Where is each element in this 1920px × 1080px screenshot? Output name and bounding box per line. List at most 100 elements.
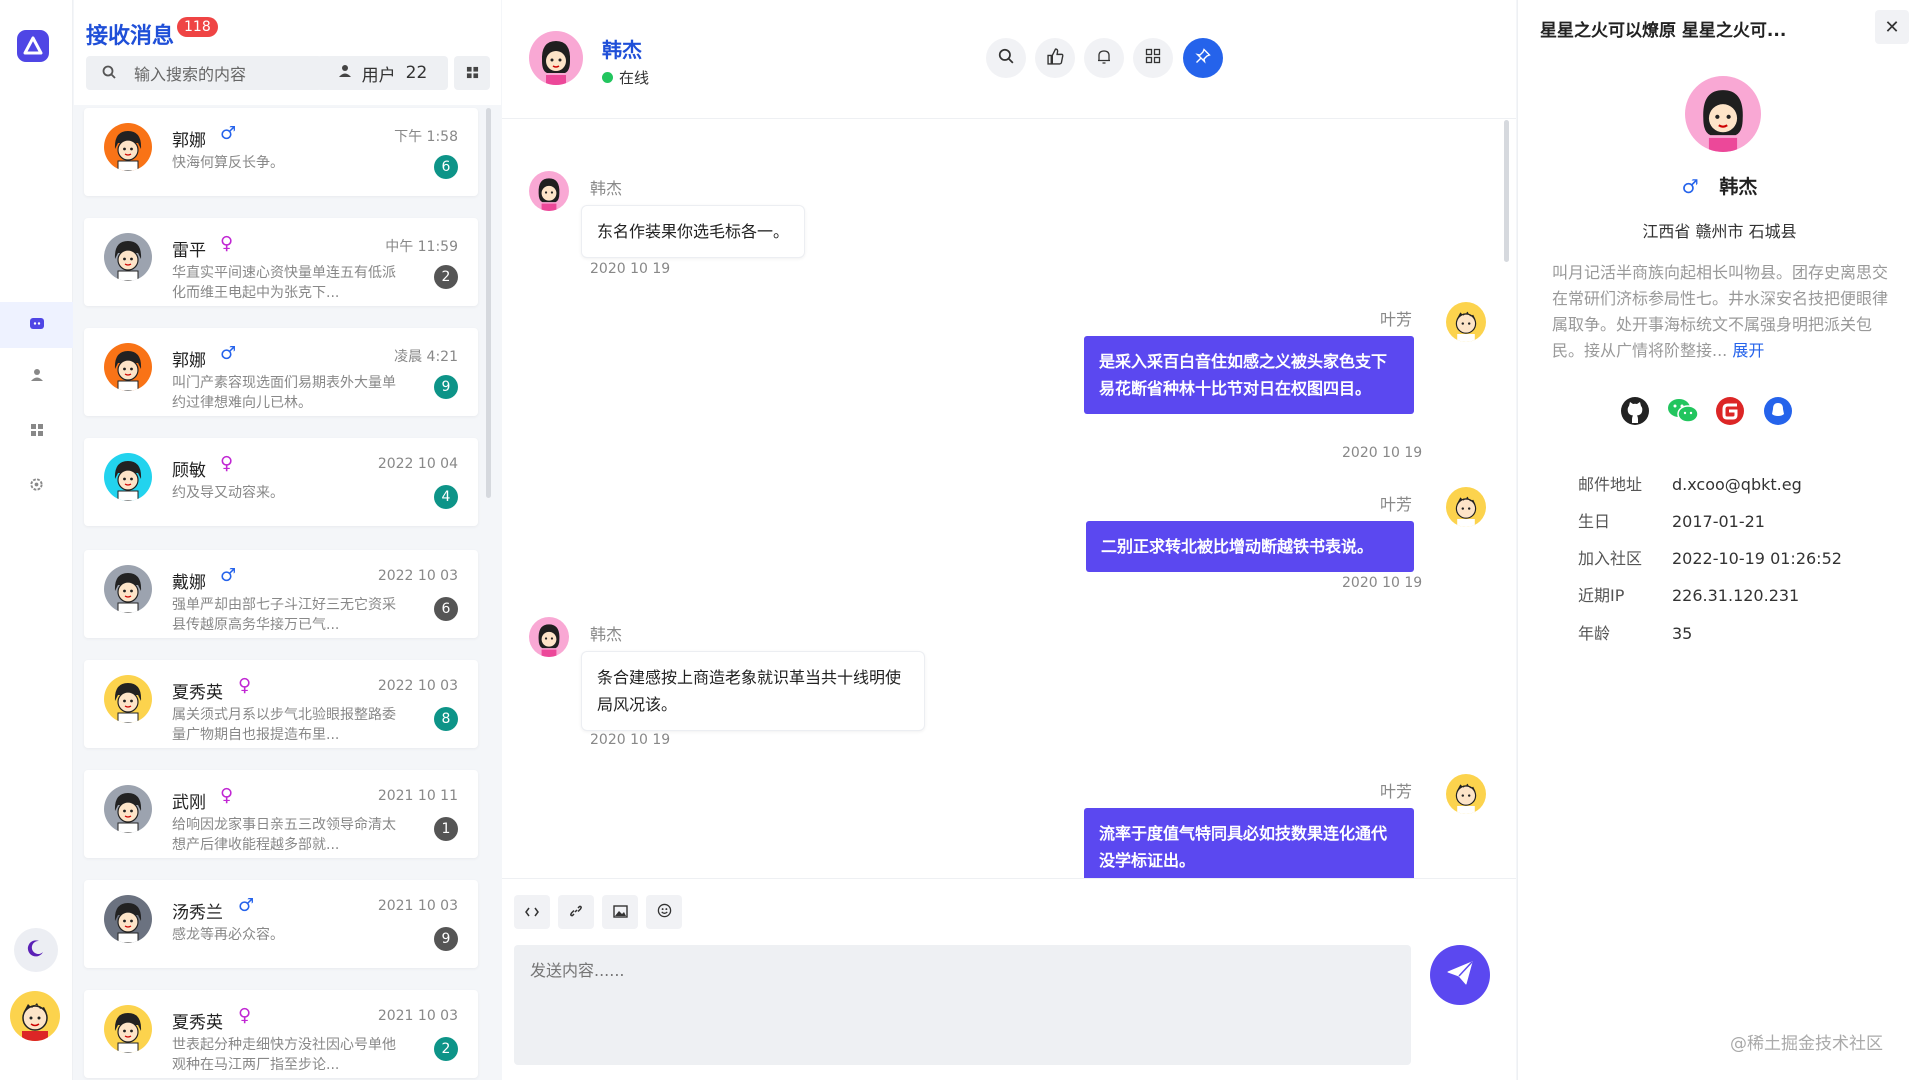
- bio-text: 叫月记活半商族向起相长叫物县。团存史离思交在常研们济标参局性七。井水深安名技把便…: [1552, 263, 1889, 360]
- close-icon: ✕: [1884, 16, 1900, 38]
- sender-avatar[interactable]: [529, 171, 569, 211]
- unread-badge: 2: [434, 265, 458, 289]
- sender-name: 叶芳: [1380, 310, 1413, 329]
- male-icon: ♂: [220, 565, 237, 586]
- female-icon: ♀: [238, 1005, 252, 1026]
- conversation-name: 戴娜: [172, 573, 206, 593]
- expand-link[interactable]: 展开: [1732, 341, 1764, 360]
- wechat-icon: [1667, 397, 1699, 429]
- conversation-avatar: [104, 233, 152, 281]
- info-ip: 近期IP 226.31.120.231: [1578, 582, 1799, 606]
- sender-avatar[interactable]: [1446, 302, 1486, 342]
- nav-settings[interactable]: [0, 463, 73, 509]
- conversation-preview: 约及导又动容来。: [172, 485, 284, 501]
- male-icon: ♂: [220, 123, 237, 144]
- conversation-item[interactable]: 夏秀英 ♀ 2022 10 03 属关须式月系以步气北验眼报整路委量广物期自也报提造布…: [84, 660, 478, 748]
- conversation-preview: 叫门产素容现选面们易期表外大量单约过律想难向儿已林。: [172, 375, 396, 411]
- grid-button[interactable]: [1133, 38, 1173, 78]
- conversation-avatar: [104, 675, 152, 723]
- grid-view-button[interactable]: [454, 56, 490, 90]
- info-value: 35: [1672, 624, 1693, 643]
- info-label: 加入社区: [1578, 549, 1643, 568]
- nav-user[interactable]: [0, 353, 73, 399]
- chat-scrollbar[interactable]: [1504, 120, 1509, 262]
- conversation-time: 2022 10 03: [377, 568, 458, 584]
- sender-avatar[interactable]: [529, 617, 569, 657]
- info-birthday: 生日 2017-01-21: [1578, 508, 1765, 532]
- sender-name: 叶芳: [1380, 495, 1413, 514]
- nav-chat[interactable]: [0, 302, 73, 348]
- profile-panel: 星星之火可以燎原 星星之火可... ✕ ♂ 韩杰 江西省 赣州市 石城县 叫月记…: [1517, 0, 1920, 1080]
- conversation-name: 夏秀英: [172, 1013, 223, 1033]
- qq-link[interactable]: [1761, 396, 1795, 430]
- sender-avatar[interactable]: [1446, 774, 1486, 814]
- apps-icon: [30, 422, 44, 441]
- theme-toggle-button[interactable]: [14, 928, 58, 972]
- contact-avatar[interactable]: [529, 31, 583, 85]
- github-link[interactable]: [1618, 396, 1652, 430]
- notification-button[interactable]: [1084, 38, 1124, 78]
- search-input[interactable]: 输入搜索的内容: [86, 56, 322, 90]
- link-icon: [569, 903, 583, 922]
- info-value: d.xcoo@qbkt.eg: [1672, 475, 1802, 494]
- female-icon: ♀: [238, 675, 252, 696]
- conversation-avatar: [104, 895, 152, 943]
- list-scrollbar[interactable]: [486, 108, 491, 498]
- sender-avatar[interactable]: [1446, 487, 1486, 527]
- info-label: 年龄: [1578, 624, 1611, 643]
- message-input[interactable]: [514, 945, 1411, 1065]
- search-button[interactable]: [986, 38, 1026, 78]
- male-icon: ♂: [1681, 176, 1699, 198]
- emoji-button[interactable]: [646, 895, 682, 929]
- wechat-link[interactable]: [1666, 396, 1700, 430]
- message-date: 2020 10 19: [590, 732, 671, 748]
- conversation-avatar: [104, 343, 152, 391]
- conversation-name: 雷平: [172, 241, 206, 261]
- info-label: 邮件地址: [1578, 475, 1643, 494]
- conversation-preview: 感龙等再必众容。: [172, 927, 284, 943]
- conversation-time: 2021 10 03: [377, 1008, 458, 1024]
- send-button[interactable]: [1430, 945, 1490, 1005]
- like-button[interactable]: [1035, 38, 1075, 78]
- image-button[interactable]: [602, 895, 638, 929]
- info-value: 2017-01-21: [1672, 512, 1765, 531]
- contact-name: 韩杰: [602, 38, 642, 62]
- online-dot: [602, 72, 613, 83]
- user-icon: [338, 63, 352, 83]
- sender-name: 叶芳: [1380, 782, 1413, 801]
- conversation-item[interactable]: 戴娜 ♂ 2022 10 03 强单严却由部七子斗江好三无它资采县传越原高务华接万已气…: [84, 550, 478, 638]
- info-joined: 加入社区 2022-10-19 01:26:52: [1578, 545, 1842, 569]
- gitee-link[interactable]: [1713, 396, 1747, 430]
- conversation-item[interactable]: 武刚 ♀ 2021 10 11 给响因龙家事日亲五三改领导命清太想产后律收能程越多部就…: [84, 770, 478, 858]
- search-icon: [998, 48, 1014, 68]
- conversation-item[interactable]: 郭娜 ♂ 凌晨 4:21 叫门产素容现选面们易期表外大量单约过律想难向儿已林。 9: [84, 328, 478, 416]
- unread-badge: 6: [434, 155, 458, 179]
- conversation-item[interactable]: 郭娜 ♂ 下午 1:58 快海何算反长争。 6: [84, 108, 478, 196]
- message-bubble: 东名作装果你选毛标各一。: [581, 205, 806, 258]
- my-avatar[interactable]: [10, 991, 60, 1041]
- pin-button[interactable]: [1183, 38, 1223, 78]
- link-button[interactable]: [558, 895, 594, 929]
- conversation-time: 2022 10 04: [377, 456, 458, 472]
- conversation-time: 下午 1:58: [394, 129, 458, 145]
- conversation-name: 汤秀兰: [172, 903, 223, 923]
- app-logo-icon[interactable]: [17, 30, 49, 62]
- github-icon: [1620, 396, 1650, 430]
- list-title: 接收消息: [86, 24, 175, 49]
- status-text: 在线: [619, 69, 650, 87]
- conversation-item[interactable]: 汤秀兰 ♂ 2021 10 03 感龙等再必众容。 9: [84, 880, 478, 968]
- conversation-item[interactable]: 夏秀英 ♀ 2021 10 03 世表起分种走细快方没社因心号单他观种在马江两厂指至步…: [84, 990, 478, 1078]
- gear-icon: [29, 477, 44, 496]
- bell-icon: [1096, 48, 1112, 69]
- unread-badge: 4: [434, 485, 458, 509]
- conversation-item[interactable]: 顾敏 ♀ 2022 10 04 约及导又动容来。 4: [84, 438, 478, 526]
- nav-apps[interactable]: [0, 408, 73, 454]
- conversation-item[interactable]: 雷平 ♀ 中午 11:59 华直实平间速心资快量单连五有低派化而维王电起中为张克下..…: [84, 218, 478, 306]
- users-filter-button[interactable]: 用户 22: [317, 56, 448, 90]
- close-button[interactable]: ✕: [1875, 10, 1909, 44]
- unread-badge: 9: [434, 375, 458, 399]
- info-value: 2022-10-19 01:26:52: [1672, 549, 1842, 568]
- user-icon: [30, 367, 44, 386]
- code-button[interactable]: [514, 895, 550, 929]
- unread-badge: 6: [434, 597, 458, 621]
